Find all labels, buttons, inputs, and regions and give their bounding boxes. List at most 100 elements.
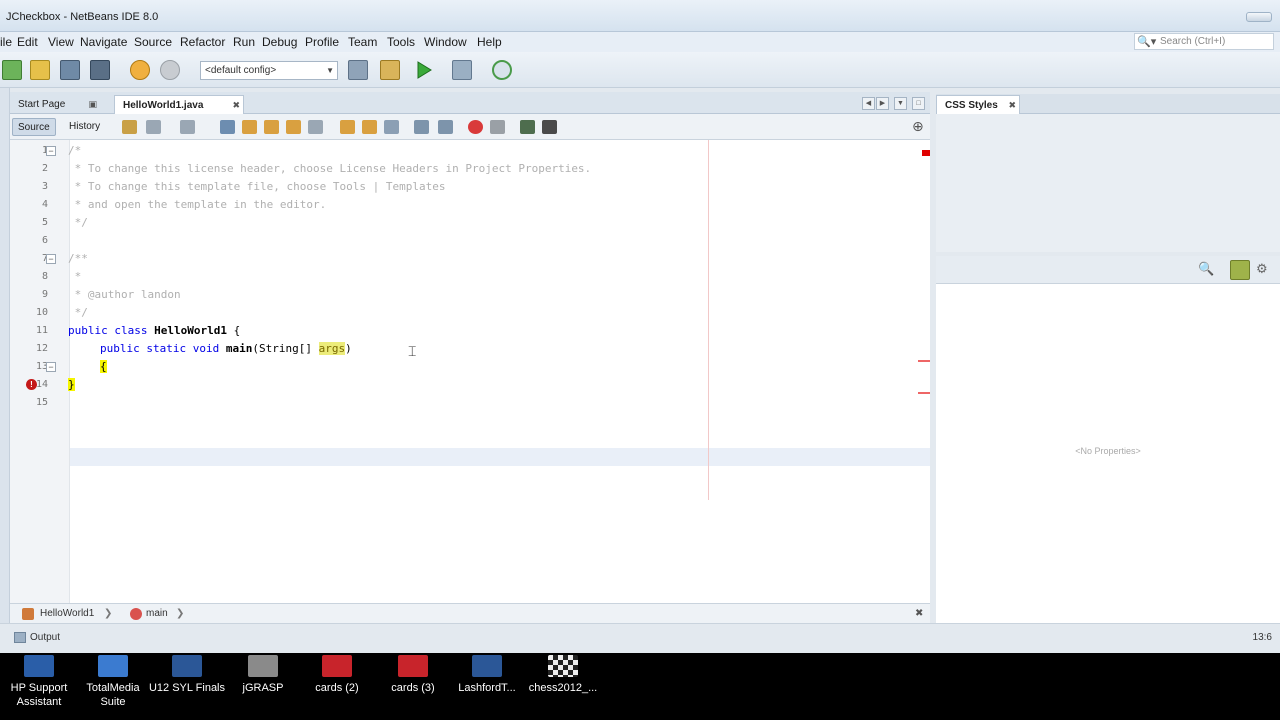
tab-start-page[interactable]: Start Page ▣ [10,95,100,114]
add-icon[interactable]: ⊕ [912,118,927,134]
line-number: 15 [35,397,48,408]
comment-icon[interactable] [520,120,535,134]
profile-icon[interactable] [492,60,512,80]
code-line: { [100,360,107,373]
desktop-icon-cards-3[interactable]: cards (3) [374,655,452,695]
menu-tools[interactable]: Tools [387,35,415,49]
desktop-icon-hp-support[interactable]: HP Support Assistant [0,655,78,709]
desktop-icon-cards-2[interactable]: cards (2) [298,655,376,695]
code-editor[interactable]: 1 2 3 4 5 6 7 8 9 10 11 12 13 14 15 − − … [10,140,930,603]
text-cursor-icon: ⌶ [408,343,417,359]
desktop-icon-u12-syl[interactable]: U12 SYL Finals [148,655,226,695]
uncomment-icon[interactable] [542,120,557,134]
line-number: 9 [41,289,48,300]
menu-refactor[interactable]: Refactor [180,35,225,49]
fold-toggle-icon[interactable]: − [46,146,56,156]
last-edit-icon[interactable] [122,120,137,134]
shift-right-icon[interactable] [438,120,453,134]
settings-icon[interactable]: ⚙ [1256,261,1268,277]
matched-brace: { [100,360,107,373]
matched-brace: } [68,378,75,391]
menu-source[interactable]: Source [134,35,172,49]
run-icon[interactable] [414,60,434,80]
source-button[interactable]: Source [12,118,56,136]
cards-icon [398,655,428,677]
error-stripe-marker[interactable] [922,150,930,156]
menu-help[interactable]: Help [477,35,502,49]
scroll-left-icon[interactable]: ◀ [862,97,875,110]
toggle-bookmark-icon[interactable] [384,120,399,134]
next-bookmark-icon[interactable] [362,120,377,134]
code-fragment: { [226,324,241,337]
config-select[interactable]: <default config> ▼ [200,61,338,80]
menu-view[interactable]: View [48,35,74,49]
menu-file[interactable]: ile [0,35,12,49]
forward-icon[interactable] [180,120,195,134]
tab-list-icon[interactable]: ▼ [894,97,907,110]
code-fragment: (String[] [252,342,319,355]
record-macro-icon[interactable] [468,120,483,134]
close-icon[interactable]: ▣ [88,99,97,110]
new-project-icon[interactable] [30,60,50,80]
tab-helloworld1[interactable]: HelloWorld1.java ✖ [114,95,244,114]
previous-bookmark-icon[interactable] [340,120,355,134]
scroll-right-icon[interactable]: ▶ [876,97,889,110]
desktop-icon-label: TotalMedia Suite [86,682,140,708]
chess-icon [548,655,578,677]
fold-toggle-icon[interactable]: − [46,254,56,264]
error-badge-icon[interactable]: ! [26,379,37,390]
find-previous-icon[interactable] [242,120,257,134]
find-icon[interactable] [220,120,235,134]
error-stripe-marker[interactable] [918,392,930,394]
close-icon[interactable]: ✖ [232,100,240,111]
minimize-button[interactable] [1246,12,1272,22]
code-line: public class HelloWorld1 { [68,324,240,337]
applied-styles-icon[interactable] [1230,260,1250,280]
redo-icon[interactable] [160,60,180,80]
stop-macro-icon[interactable] [490,120,505,134]
code-fragment: ) [345,342,352,355]
desktop-icon-lashford[interactable]: LashfordT... [448,655,526,695]
menu-window[interactable]: Window [424,35,467,49]
maximize-icon[interactable]: □ [912,97,925,110]
desktop-icon-totalmedia[interactable]: TotalMedia Suite [74,655,152,709]
build-hammer-icon[interactable] [348,60,368,80]
chevron-down-icon: ▼ [326,66,334,75]
method-icon [130,608,142,620]
history-button[interactable]: History [64,118,105,136]
search-icon[interactable]: 🔍 [1198,261,1214,277]
find-next-icon[interactable] [264,120,279,134]
code-line: * [68,270,82,283]
breadcrumb-item[interactable]: HelloWorld1 [40,608,94,619]
open-project-icon[interactable] [60,60,80,80]
menu-debug[interactable]: Debug [262,35,297,49]
menu-run[interactable]: Run [233,35,255,49]
fold-toggle-icon[interactable]: − [46,362,56,372]
menu-team[interactable]: Team [348,35,377,49]
highlight-toggle-icon[interactable] [308,120,323,134]
menu-edit[interactable]: Edit [17,35,38,49]
tab-css-styles[interactable]: CSS Styles ✖ [936,95,1020,114]
debug-icon[interactable] [452,60,472,80]
close-icon[interactable]: ✖ [1008,100,1016,111]
param-name: args [318,342,346,355]
search-box[interactable]: 🔍▾ Search (Ctrl+I) [1134,33,1274,50]
close-icon[interactable]: ✖ [915,608,923,619]
line-number: 2 [41,163,48,174]
menu-navigate[interactable]: Navigate [80,35,127,49]
back-icon[interactable] [146,120,161,134]
undo-icon[interactable] [130,60,150,80]
new-file-icon[interactable] [2,60,22,80]
clean-build-icon[interactable] [380,60,400,80]
breadcrumb-item[interactable]: main [146,608,168,619]
title-bar: JCheckbox - NetBeans IDE 8.0 [0,0,1280,32]
find-selection-icon[interactable] [286,120,301,134]
desktop-icon-jgrasp[interactable]: jGRASP [224,655,302,695]
output-tab[interactable]: Output [30,632,60,643]
hp-support-icon [24,655,54,677]
save-all-icon[interactable] [90,60,110,80]
error-stripe-marker[interactable] [918,360,930,362]
shift-left-icon[interactable] [414,120,429,134]
menu-profile[interactable]: Profile [305,35,339,49]
desktop-icon-chess2012[interactable]: chess2012_... [524,655,602,695]
